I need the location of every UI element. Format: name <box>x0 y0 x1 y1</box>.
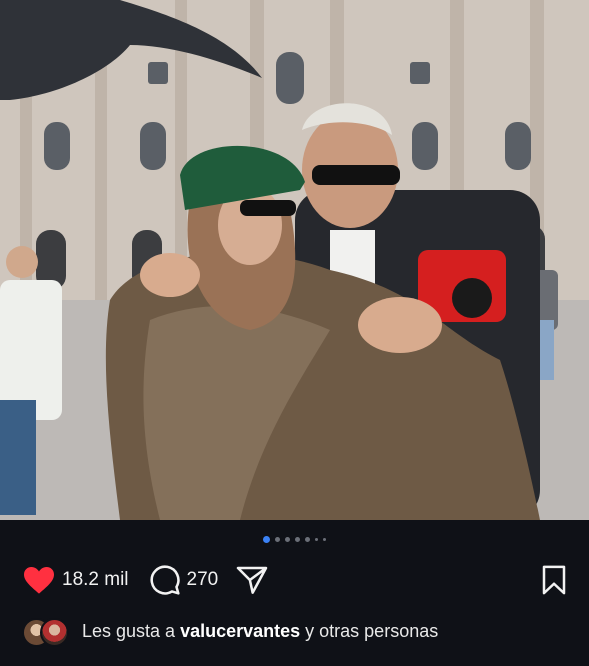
carousel-dot <box>323 538 326 541</box>
share-button[interactable] <box>236 565 268 595</box>
instagram-post: 18.2 mil 270 Les gusta a valucervantes y… <box>0 0 589 666</box>
comment-bubble-icon[interactable] <box>149 564 181 596</box>
like-count: 18.2 mil <box>62 569 129 590</box>
liker-username-link[interactable]: valucervantes <box>180 621 300 642</box>
post-photo[interactable] <box>0 0 589 520</box>
likes-prefix: Les gusta a <box>82 620 176 641</box>
comment-button[interactable]: 270 <box>149 564 219 596</box>
avatar[interactable] <box>40 618 69 647</box>
comment-count: 270 <box>186 569 219 590</box>
carousel-dot <box>315 538 318 541</box>
carousel-dot <box>275 537 280 542</box>
heart-filled-icon[interactable] <box>22 565 56 595</box>
save-button[interactable] <box>541 565 567 595</box>
likes-summary: Les gusta a valucervantes y otras person… <box>22 616 579 647</box>
photo-illustration <box>0 0 589 520</box>
like-button[interactable]: 18.2 mil <box>22 565 129 595</box>
liker-avatars[interactable] <box>22 617 72 647</box>
post-action-bar: 18.2 mil 270 <box>22 562 567 598</box>
others-link[interactable]: y otras personas <box>305 621 438 642</box>
carousel-dot <box>263 536 270 543</box>
carousel-indicator <box>0 536 589 543</box>
carousel-dot <box>285 537 290 542</box>
carousel-dot <box>305 537 310 542</box>
paper-plane-icon[interactable] <box>236 565 268 595</box>
bookmark-icon[interactable] <box>541 565 567 595</box>
carousel-dot <box>295 537 300 542</box>
